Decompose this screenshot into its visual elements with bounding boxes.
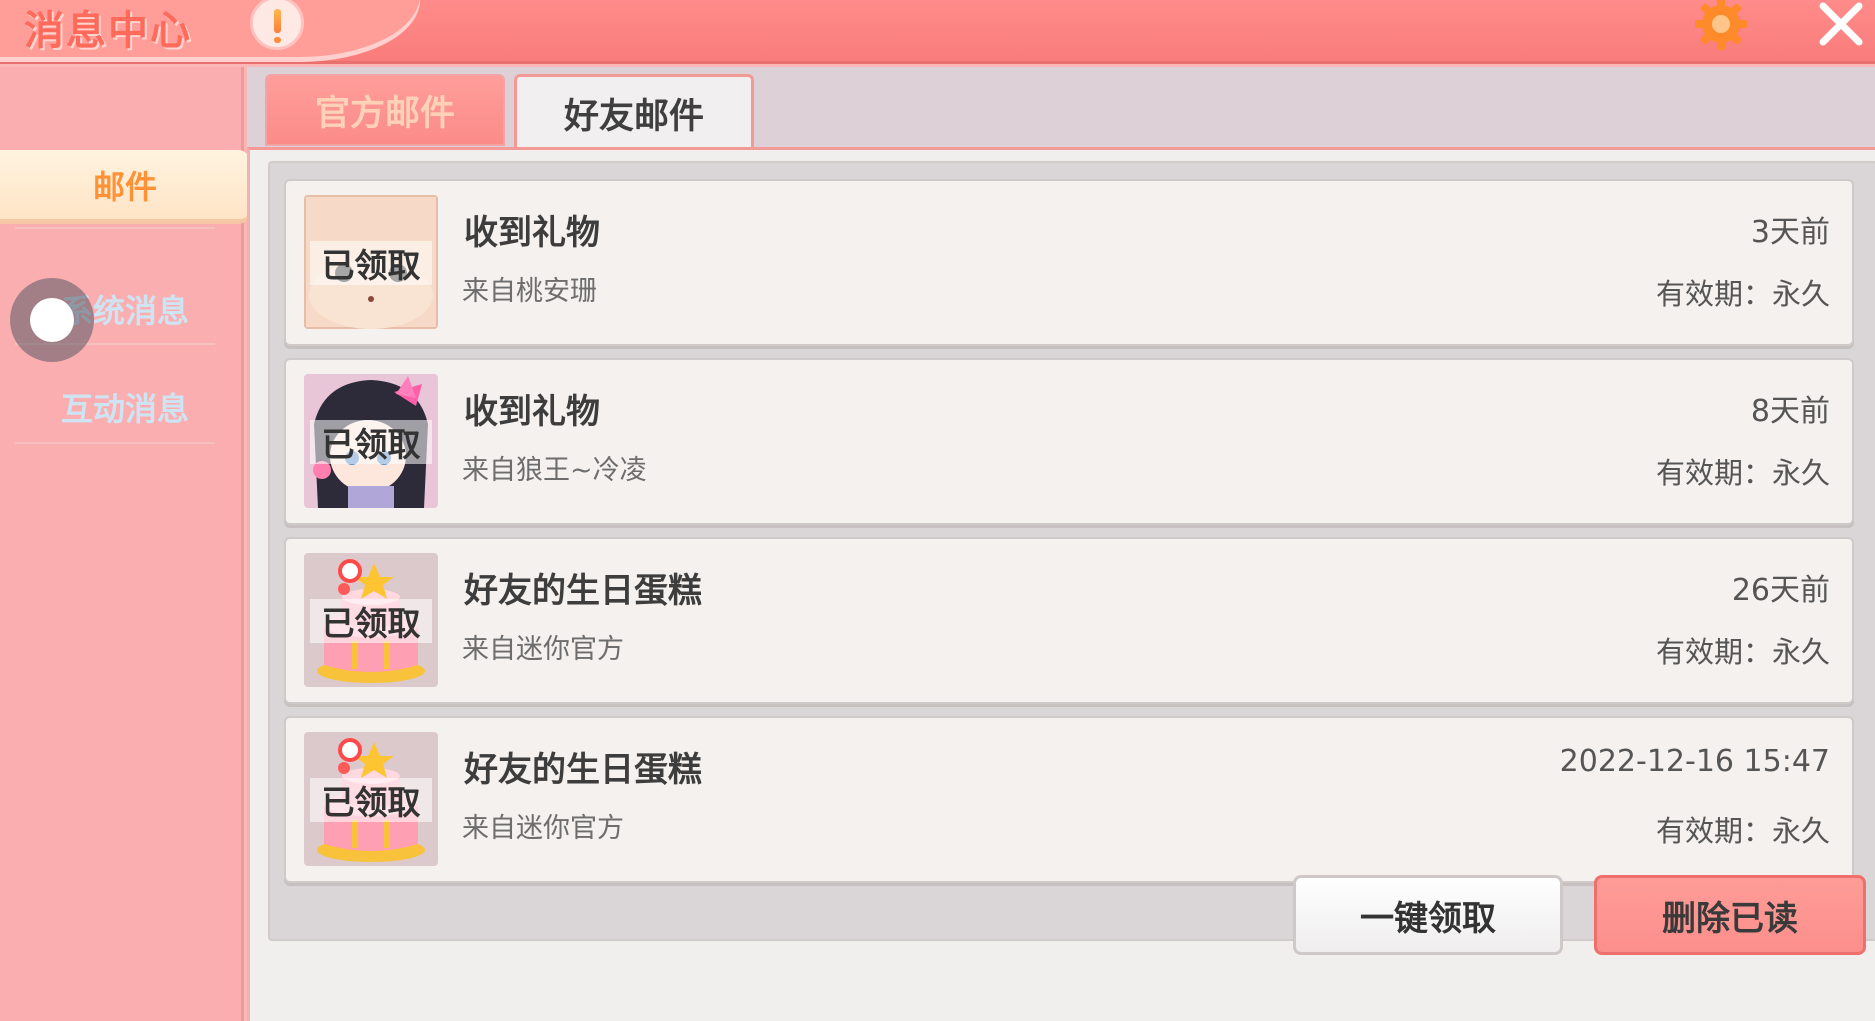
- mail-item[interactable]: 已领取 好友的生日蛋糕 来自迷你官方 2022-12-16 15:47 有效期：…: [284, 716, 1854, 883]
- mail-item[interactable]: 已领取 好友的生日蛋糕 来自迷你官方 26天前 有效期：永久: [284, 537, 1854, 704]
- window-title: 消息中心: [24, 8, 192, 54]
- birthday-cake-icon: 已领取: [304, 732, 438, 866]
- claim-all-button[interactable]: 一键领取: [1293, 875, 1563, 955]
- main-panel: 官方邮件 好友邮件 已领取 收到礼物 来自桃安珊 3天前 有效期：永久 已领取 …: [247, 67, 1875, 1021]
- avatar-face-icon: 已领取: [304, 195, 438, 329]
- delete-read-button[interactable]: 删除已读: [1594, 875, 1866, 955]
- avatar-girl-icon: 已领取: [304, 374, 438, 508]
- mail-title: 好友的生日蛋糕: [464, 750, 702, 790]
- mail-time: 2022-12-16 15:47: [1559, 744, 1830, 779]
- floating-assistive-button[interactable]: [10, 278, 94, 362]
- sidebar: 邮件 系统消息 互动消息: [0, 67, 250, 1021]
- message-center-window: 消息中心 邮件 系统消息 互动消息 官方邮件 好友邮件 已领取 收到礼物 来自桃…: [0, 0, 1875, 1021]
- mail-title: 收到礼物: [464, 392, 600, 432]
- mail-time: 3天前: [1750, 215, 1830, 250]
- sidebar-item-interaction-messages[interactable]: 互动消息: [0, 370, 250, 444]
- settings-button[interactable]: [1688, 0, 1754, 54]
- claimed-badge: 已领取: [310, 241, 432, 285]
- mail-list[interactable]: 已领取 收到礼物 来自桃安珊 3天前 有效期：永久 已领取 收到礼物 来自狼王~…: [268, 161, 1875, 941]
- mail-title: 好友的生日蛋糕: [464, 571, 702, 611]
- mail-time: 26天前: [1731, 573, 1830, 608]
- mail-sender: 来自迷你官方: [462, 813, 624, 844]
- mail-expiry: 有效期：永久: [1655, 277, 1830, 311]
- sidebar-item-mail[interactable]: 邮件: [0, 150, 250, 224]
- sidebar-item-label: 互动消息: [60, 390, 189, 428]
- divider: [15, 442, 215, 444]
- title-bar: 消息中心: [0, 0, 1875, 64]
- close-button[interactable]: [1815, 0, 1867, 48]
- mail-content: 已领取 收到礼物 来自桃安珊 3天前 有效期：永久 已领取 收到礼物 来自狼王~…: [247, 147, 1875, 1021]
- mail-expiry: 有效期：永久: [1655, 456, 1830, 490]
- claimed-badge: 已领取: [310, 599, 432, 643]
- claimed-badge: 已领取: [310, 420, 432, 464]
- tab-official-mail[interactable]: 官方邮件: [265, 74, 505, 146]
- mail-sender: 来自迷你官方: [462, 634, 624, 665]
- tab-friend-mail[interactable]: 好友邮件: [514, 74, 754, 149]
- tab-label: 好友邮件: [563, 96, 704, 137]
- gear-icon: [1695, 0, 1747, 50]
- mail-time: 8天前: [1750, 394, 1830, 429]
- divider: [15, 227, 215, 229]
- sidebar-item-label: 邮件: [92, 167, 157, 206]
- mail-sender: 来自狼王~冷凌: [462, 455, 647, 486]
- mail-title: 收到礼物: [464, 213, 600, 253]
- mail-item[interactable]: 已领取 收到礼物 来自桃安珊 3天前 有效期：永久: [284, 179, 1854, 346]
- tab-label: 官方邮件: [314, 93, 455, 134]
- claimed-badge: 已领取: [310, 778, 432, 822]
- birthday-cake-icon: 已领取: [304, 553, 438, 687]
- mail-expiry: 有效期：永久: [1655, 635, 1830, 669]
- mail-expiry: 有效期：永久: [1655, 814, 1830, 848]
- close-icon: [1819, 2, 1863, 46]
- mail-sender: 来自桃安珊: [462, 276, 597, 307]
- mail-item[interactable]: 已领取 收到礼物 来自狼王~冷凌 8天前 有效期：永久: [284, 358, 1854, 525]
